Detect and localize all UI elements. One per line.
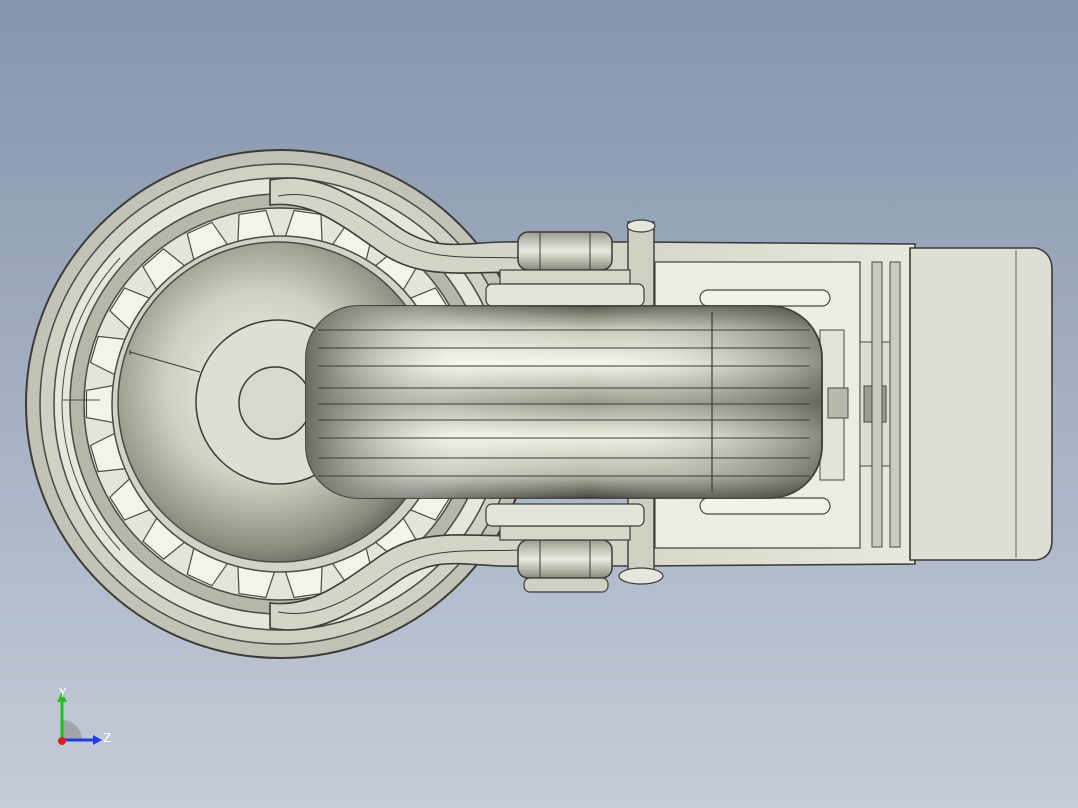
axis-triad-graphic [57, 692, 102, 745]
caster-wheel-model[interactable] [0, 0, 1078, 808]
axis-triad: Y Z [40, 680, 130, 760]
y-axis-label: Y [59, 686, 67, 700]
wheel-tire [305, 305, 823, 499]
z-axis-label: Z [103, 731, 112, 745]
mounting-plate [909, 247, 1053, 561]
ring-tooth [85, 384, 114, 424]
cad-3d-viewport[interactable]: Y Z [0, 0, 1078, 808]
x-axis-dot [58, 737, 66, 745]
